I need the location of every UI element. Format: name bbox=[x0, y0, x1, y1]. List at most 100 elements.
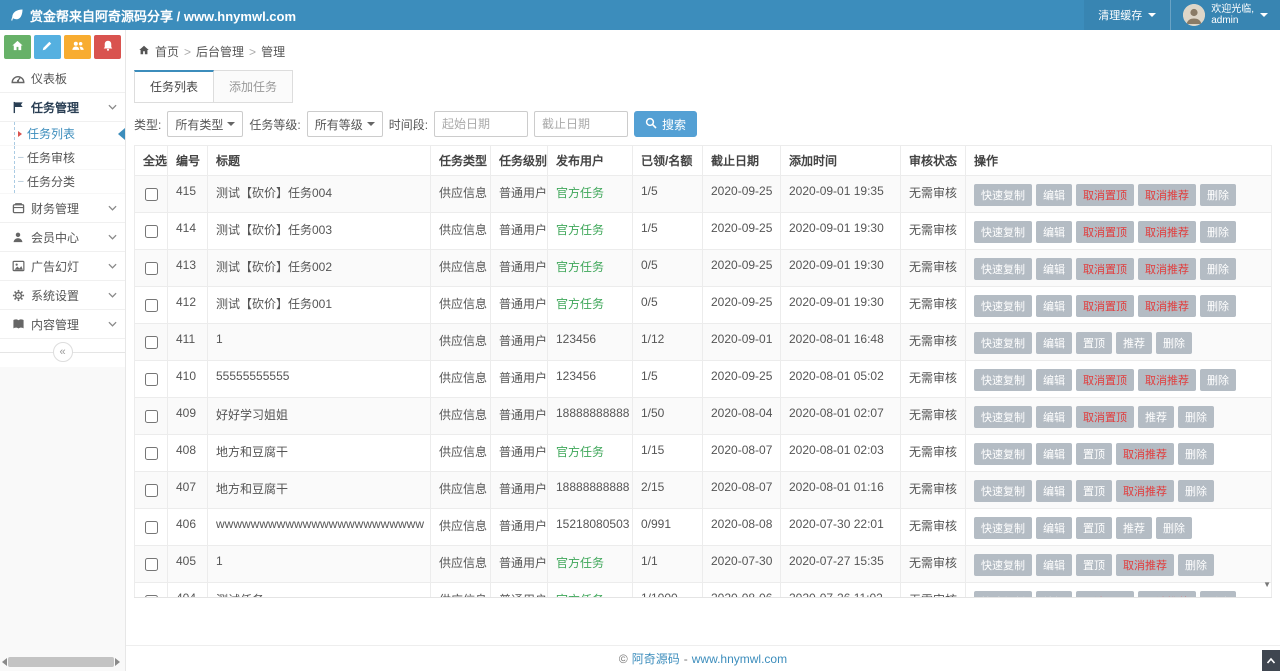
action-button-取消推荐[interactable]: 取消推荐 bbox=[1116, 554, 1174, 576]
breadcrumb-item[interactable]: 首页 bbox=[155, 43, 179, 60]
action-button-删除[interactable]: 删除 bbox=[1200, 184, 1236, 206]
row-checkbox[interactable] bbox=[145, 188, 158, 201]
action-button-推荐[interactable]: 推荐 bbox=[1116, 332, 1152, 354]
action-button-编辑[interactable]: 编辑 bbox=[1036, 443, 1072, 465]
sidebar-item-ads[interactable]: 广告幻灯 bbox=[0, 252, 125, 281]
sidebar-collapse-button[interactable]: « bbox=[53, 342, 73, 362]
action-button-取消置顶[interactable]: 取消置顶 bbox=[1076, 406, 1134, 428]
action-button-编辑[interactable]: 编辑 bbox=[1036, 258, 1072, 280]
action-button-取消推荐[interactable]: 取消推荐 bbox=[1116, 480, 1174, 502]
action-button-快速复制[interactable]: 快速复制 bbox=[974, 258, 1032, 280]
action-button-取消推荐[interactable]: 取消推荐 bbox=[1138, 369, 1196, 391]
sidebar-item-member[interactable]: 会员中心 bbox=[0, 223, 125, 252]
action-button-删除[interactable]: 删除 bbox=[1200, 295, 1236, 317]
row-checkbox[interactable] bbox=[145, 336, 158, 349]
action-button-编辑[interactable]: 编辑 bbox=[1036, 480, 1072, 502]
action-button-快速复制[interactable]: 快速复制 bbox=[974, 332, 1032, 354]
row-checkbox[interactable] bbox=[145, 521, 158, 534]
action-button-取消推荐[interactable]: 取消推荐 bbox=[1138, 295, 1196, 317]
quick-home-button[interactable] bbox=[4, 35, 31, 59]
sidebar-item-content[interactable]: 内容管理 bbox=[0, 310, 125, 339]
user-menu[interactable]: 欢迎光临, admin bbox=[1170, 0, 1280, 30]
sidebar-item-finance[interactable]: 财务管理 bbox=[0, 194, 125, 223]
action-button-删除[interactable]: 删除 bbox=[1156, 517, 1192, 539]
action-button-取消推荐[interactable]: 取消推荐 bbox=[1138, 184, 1196, 206]
scrollbar-left-arrow[interactable] bbox=[2, 658, 7, 666]
sidebar-subitem-任务列表[interactable]: 任务列表 bbox=[0, 122, 125, 146]
footer-site-link[interactable]: 阿奇源码 bbox=[632, 650, 680, 667]
action-button-编辑[interactable]: 编辑 bbox=[1036, 406, 1072, 428]
tab-任务列表[interactable]: 任务列表 bbox=[134, 70, 214, 103]
row-checkbox[interactable] bbox=[145, 262, 158, 275]
action-button-取消置顶[interactable]: 取消置顶 bbox=[1076, 221, 1134, 243]
action-button-快速复制[interactable]: 快速复制 bbox=[974, 221, 1032, 243]
footer-url-link[interactable]: www.hnymwl.com bbox=[692, 652, 787, 666]
action-button-快速复制[interactable]: 快速复制 bbox=[974, 369, 1032, 391]
action-button-编辑[interactable]: 编辑 bbox=[1036, 517, 1072, 539]
scroll-to-top-button[interactable] bbox=[1262, 650, 1280, 671]
action-button-编辑[interactable]: 编辑 bbox=[1036, 591, 1072, 598]
row-checkbox[interactable] bbox=[145, 558, 158, 571]
action-button-删除[interactable]: 删除 bbox=[1200, 258, 1236, 280]
sidebar-item-system[interactable]: 系统设置 bbox=[0, 281, 125, 310]
action-button-编辑[interactable]: 编辑 bbox=[1036, 184, 1072, 206]
action-button-取消置顶[interactable]: 取消置顶 bbox=[1076, 295, 1134, 317]
row-checkbox[interactable] bbox=[145, 225, 158, 238]
table-scrollbar-down-arrow[interactable]: ▼ bbox=[1263, 580, 1271, 589]
sidebar-horizontal-scrollbar[interactable] bbox=[2, 656, 120, 667]
action-button-推荐[interactable]: 推荐 bbox=[1116, 517, 1152, 539]
action-button-编辑[interactable]: 编辑 bbox=[1036, 332, 1072, 354]
clear-cache-button[interactable]: 清理缓存 bbox=[1084, 0, 1170, 30]
action-button-快速复制[interactable]: 快速复制 bbox=[974, 443, 1032, 465]
action-button-快速复制[interactable]: 快速复制 bbox=[974, 480, 1032, 502]
action-button-取消推荐[interactable]: 取消推荐 bbox=[1138, 591, 1196, 598]
action-button-置顶[interactable]: 置顶 bbox=[1076, 554, 1112, 576]
action-button-删除[interactable]: 删除 bbox=[1178, 406, 1214, 428]
quick-bell-button[interactable] bbox=[94, 35, 121, 59]
action-button-置顶[interactable]: 置顶 bbox=[1076, 517, 1112, 539]
action-button-取消置顶[interactable]: 取消置顶 bbox=[1076, 591, 1134, 598]
action-button-删除[interactable]: 删除 bbox=[1178, 443, 1214, 465]
action-button-删除[interactable]: 删除 bbox=[1200, 221, 1236, 243]
quick-users-button[interactable] bbox=[64, 35, 91, 59]
action-button-取消推荐[interactable]: 取消推荐 bbox=[1138, 221, 1196, 243]
action-button-快速复制[interactable]: 快速复制 bbox=[974, 591, 1032, 598]
action-button-置顶[interactable]: 置顶 bbox=[1076, 480, 1112, 502]
action-button-置顶[interactable]: 置顶 bbox=[1076, 332, 1112, 354]
search-button[interactable]: 搜索 bbox=[634, 111, 697, 137]
action-button-删除[interactable]: 删除 bbox=[1156, 332, 1192, 354]
end-date-input[interactable] bbox=[534, 111, 628, 137]
action-button-编辑[interactable]: 编辑 bbox=[1036, 295, 1072, 317]
action-button-取消推荐[interactable]: 取消推荐 bbox=[1138, 258, 1196, 280]
action-button-快速复制[interactable]: 快速复制 bbox=[974, 184, 1032, 206]
row-checkbox[interactable] bbox=[145, 410, 158, 423]
action-button-快速复制[interactable]: 快速复制 bbox=[974, 517, 1032, 539]
sidebar-subitem-任务分类[interactable]: –任务分类 bbox=[0, 170, 125, 194]
tab-添加任务[interactable]: 添加任务 bbox=[214, 70, 293, 103]
breadcrumb-item[interactable]: 后台管理 bbox=[196, 43, 244, 60]
scrollbar-thumb[interactable] bbox=[8, 657, 114, 667]
level-select[interactable]: 所有等级 bbox=[307, 111, 383, 137]
action-button-推荐[interactable]: 推荐 bbox=[1138, 406, 1174, 428]
sidebar-item-task[interactable]: 任务管理 bbox=[0, 93, 125, 122]
action-button-删除[interactable]: 删除 bbox=[1178, 554, 1214, 576]
action-button-删除[interactable]: 删除 bbox=[1200, 369, 1236, 391]
action-button-取消置顶[interactable]: 取消置顶 bbox=[1076, 369, 1134, 391]
action-button-取消置顶[interactable]: 取消置顶 bbox=[1076, 184, 1134, 206]
action-button-删除[interactable]: 删除 bbox=[1200, 591, 1236, 598]
action-button-编辑[interactable]: 编辑 bbox=[1036, 554, 1072, 576]
action-button-删除[interactable]: 删除 bbox=[1178, 480, 1214, 502]
start-date-input[interactable] bbox=[434, 111, 528, 137]
type-select[interactable]: 所有类型 bbox=[167, 111, 243, 137]
row-checkbox[interactable] bbox=[145, 484, 158, 497]
sidebar-subitem-任务审核[interactable]: –任务审核 bbox=[0, 146, 125, 170]
action-button-快速复制[interactable]: 快速复制 bbox=[974, 554, 1032, 576]
quick-pencil-button[interactable] bbox=[34, 35, 61, 59]
sidebar-item-dashboard[interactable]: 仪表板 bbox=[0, 64, 125, 93]
action-button-编辑[interactable]: 编辑 bbox=[1036, 369, 1072, 391]
row-checkbox[interactable] bbox=[145, 373, 158, 386]
row-checkbox[interactable] bbox=[145, 595, 158, 599]
scrollbar-track[interactable] bbox=[8, 657, 114, 667]
action-button-取消置顶[interactable]: 取消置顶 bbox=[1076, 258, 1134, 280]
action-button-取消推荐[interactable]: 取消推荐 bbox=[1116, 443, 1174, 465]
